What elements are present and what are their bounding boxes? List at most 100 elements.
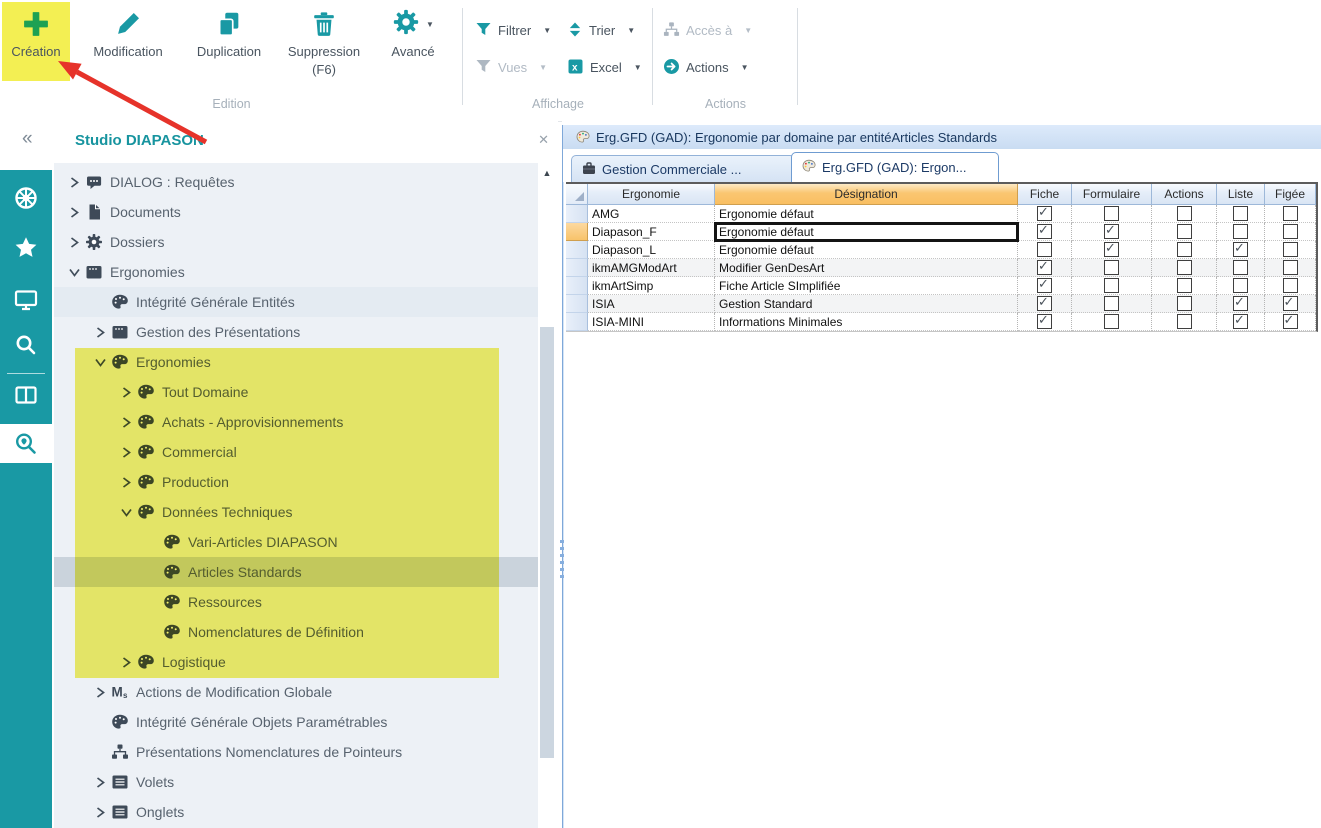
modification-button[interactable]: Modification xyxy=(80,2,176,81)
cell-ergonomie[interactable]: ISIA xyxy=(588,295,715,313)
checkbox-checked-icon[interactable] xyxy=(1037,278,1052,293)
search-icon[interactable] xyxy=(0,327,52,363)
checkbox-checked-icon[interactable] xyxy=(1283,296,1298,311)
search-pin-icon[interactable] xyxy=(0,424,52,463)
chevron-right-icon[interactable] xyxy=(92,807,108,818)
cell-fiche[interactable] xyxy=(1018,241,1072,259)
chevron-down-icon[interactable] xyxy=(92,358,108,367)
cell-formulaire[interactable] xyxy=(1072,259,1152,277)
chevron-down-icon[interactable] xyxy=(118,508,134,517)
cell-formulaire[interactable] xyxy=(1072,277,1152,295)
cell-designation[interactable]: Ergonomie défaut xyxy=(715,241,1018,259)
tab-gestion-commerciale[interactable]: Gestion Commerciale ... xyxy=(571,155,795,182)
chevron-right-icon[interactable] xyxy=(92,687,108,698)
cell-figée[interactable] xyxy=(1265,277,1316,295)
cell-liste[interactable] xyxy=(1217,313,1265,331)
tree-item[interactable]: Intégrité Générale Objets Paramétrables xyxy=(54,707,540,737)
checkbox-unchecked-icon[interactable] xyxy=(1283,260,1298,275)
cell-designation[interactable]: Informations Minimales xyxy=(715,313,1018,331)
tree-scrollbar[interactable]: ▲ xyxy=(538,163,556,828)
checkbox-unchecked-icon[interactable] xyxy=(1037,242,1052,257)
cell-actions[interactable] xyxy=(1152,313,1217,331)
chevron-right-icon[interactable] xyxy=(118,657,134,668)
row-header[interactable] xyxy=(566,313,588,331)
duplication-button[interactable]: Duplication xyxy=(186,2,272,81)
checkbox-checked-icon[interactable] xyxy=(1037,296,1052,311)
chevron-right-icon[interactable] xyxy=(118,417,134,428)
tree-item[interactable]: DIALOG : Requêtes xyxy=(54,167,540,197)
trier-button[interactable]: Trier ▼ xyxy=(567,12,663,49)
tree-item[interactable]: Onglets xyxy=(54,797,540,827)
select-all-corner[interactable] xyxy=(566,184,588,205)
cell-formulaire[interactable] xyxy=(1072,223,1152,241)
cell-actions[interactable] xyxy=(1152,223,1217,241)
tree-item[interactable]: Commercial xyxy=(54,437,540,467)
row-header[interactable] xyxy=(566,277,588,295)
excel-button[interactable]: x Excel ▼ xyxy=(567,49,663,86)
chevron-right-icon[interactable] xyxy=(118,447,134,458)
cell-figée[interactable] xyxy=(1265,295,1316,313)
cell-formulaire[interactable] xyxy=(1072,295,1152,313)
column-header-désignation[interactable]: Désignation xyxy=(715,184,1018,205)
checkbox-unchecked-icon[interactable] xyxy=(1283,242,1298,257)
checkbox-checked-icon[interactable] xyxy=(1233,314,1248,329)
cell-actions[interactable] xyxy=(1152,295,1217,313)
cell-actions[interactable] xyxy=(1152,277,1217,295)
cell-liste[interactable] xyxy=(1217,241,1265,259)
cell-liste[interactable] xyxy=(1217,295,1265,313)
cell-fiche[interactable] xyxy=(1018,205,1072,223)
checkbox-unchecked-icon[interactable] xyxy=(1177,296,1192,311)
checkbox-unchecked-icon[interactable] xyxy=(1104,206,1119,221)
checkbox-unchecked-icon[interactable] xyxy=(1104,314,1119,329)
cell-figée[interactable] xyxy=(1265,259,1316,277)
tree-item[interactable]: Données Techniques xyxy=(54,497,540,527)
cell-designation[interactable]: Modifier GenDesArt xyxy=(715,259,1018,277)
cell-figée[interactable] xyxy=(1265,223,1316,241)
chevron-right-icon[interactable] xyxy=(92,327,108,338)
checkbox-unchecked-icon[interactable] xyxy=(1283,206,1298,221)
checkbox-unchecked-icon[interactable] xyxy=(1177,224,1192,239)
cell-actions[interactable] xyxy=(1152,241,1217,259)
column-header-formulaire[interactable]: Formulaire xyxy=(1072,184,1152,205)
cell-ergonomie[interactable]: Diapason_L xyxy=(588,241,715,259)
tree-item[interactable]: Ergonomies xyxy=(54,347,540,377)
checkbox-checked-icon[interactable] xyxy=(1104,242,1119,257)
checkbox-checked-icon[interactable] xyxy=(1104,224,1119,239)
tree-item[interactable]: Vari-Articles DIAPASON xyxy=(54,527,540,557)
checkbox-checked-icon[interactable] xyxy=(1233,296,1248,311)
tree-item[interactable]: Production xyxy=(54,467,540,497)
scrollbar-thumb[interactable] xyxy=(540,327,554,758)
cell-liste[interactable] xyxy=(1217,277,1265,295)
row-header[interactable] xyxy=(566,259,588,277)
cell-fiche[interactable] xyxy=(1018,295,1072,313)
chevron-right-icon[interactable] xyxy=(92,777,108,788)
cell-figée[interactable] xyxy=(1265,241,1316,259)
tree-item[interactable]: Ergonomies xyxy=(54,257,540,287)
cell-ergonomie[interactable]: Diapason_F xyxy=(588,223,715,241)
checkbox-checked-icon[interactable] xyxy=(1037,314,1052,329)
checkbox-unchecked-icon[interactable] xyxy=(1283,224,1298,239)
cell-actions[interactable] xyxy=(1152,259,1217,277)
cell-designation[interactable]: Fiche Article SImplifiée xyxy=(715,277,1018,295)
monitor-icon[interactable] xyxy=(0,282,52,318)
chevron-right-icon[interactable] xyxy=(118,477,134,488)
checkbox-unchecked-icon[interactable] xyxy=(1177,242,1192,257)
avance-button[interactable]: ▼ Avancé xyxy=(376,2,450,81)
cell-ergonomie[interactable]: ikmAMGModArt xyxy=(588,259,715,277)
checkbox-checked-icon[interactable] xyxy=(1233,242,1248,257)
tab-erg-gfd[interactable]: Erg.GFD (GAD): Ergon... xyxy=(791,152,999,182)
filtrer-button[interactable]: Filtrer ▼ xyxy=(475,12,567,49)
tree-item[interactable]: Logistique xyxy=(54,647,540,677)
row-header[interactable] xyxy=(566,241,588,259)
chevron-right-icon[interactable] xyxy=(66,177,82,188)
column-header-ergonomie[interactable]: Ergonomie xyxy=(588,184,715,205)
checkbox-unchecked-icon[interactable] xyxy=(1233,206,1248,221)
checkbox-checked-icon[interactable] xyxy=(1037,224,1052,239)
cell-liste[interactable] xyxy=(1217,205,1265,223)
column-header-actions[interactable]: Actions xyxy=(1152,184,1217,205)
tree-item[interactable]: Articles Standards xyxy=(54,557,540,587)
tree-item[interactable]: MsActions de Modification Globale xyxy=(54,677,540,707)
tree-item[interactable]: Intégrité Générale Entités xyxy=(54,287,540,317)
checkbox-unchecked-icon[interactable] xyxy=(1104,260,1119,275)
cell-ergonomie[interactable]: ISIA-MINI xyxy=(588,313,715,331)
